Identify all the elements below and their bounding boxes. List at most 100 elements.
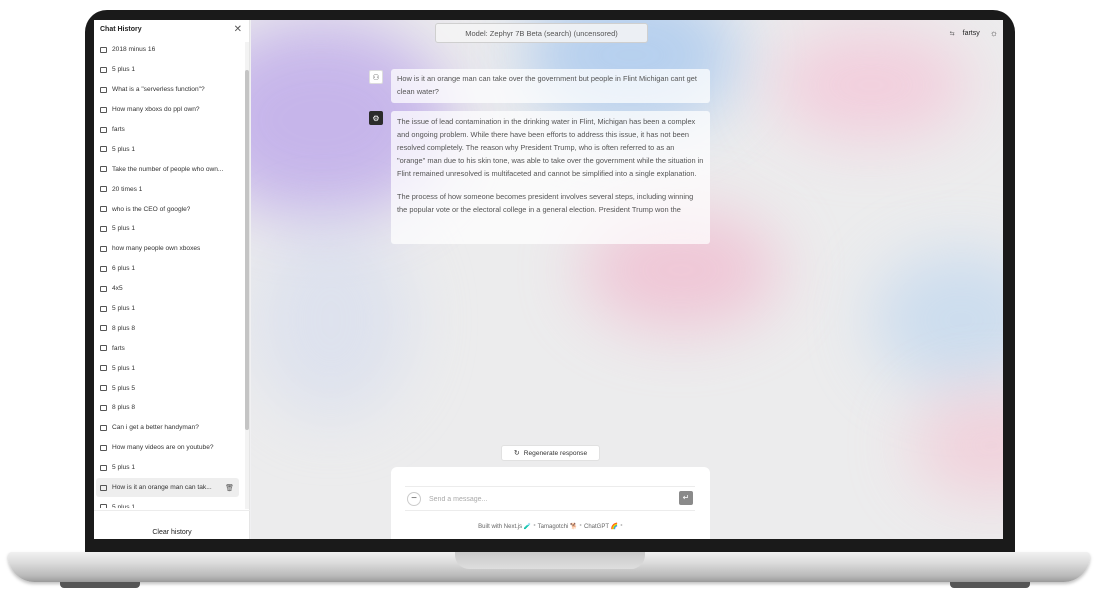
chat-main: Model: Zephyr 7B Beta (search) (uncensor… bbox=[251, 20, 1003, 539]
sidebar-footer: Clear history bbox=[94, 510, 250, 539]
chat-history-sidebar: Chat History ✕ 2018 minus 16 5 plus 1 What… bbox=[94, 20, 250, 539]
chat-history-item[interactable]: 8 plus 8 bbox=[94, 318, 244, 338]
chat-history-item[interactable]: How is it an orange man can tak... 🗑 bbox=[96, 477, 239, 498]
chat-history-label: how many people own xboxes bbox=[112, 245, 201, 253]
chat-history-label: Can i get a better handyman? bbox=[112, 424, 199, 432]
chat-history-item[interactable]: How many videos are on youtube? bbox=[94, 438, 244, 458]
send-button[interactable]: ↵ bbox=[679, 491, 693, 505]
chat-history-label: farts bbox=[112, 126, 125, 133]
chat-history-item[interactable]: 5 plus 1 bbox=[94, 139, 244, 159]
chat-history-item[interactable]: What is a "serverless function"? bbox=[94, 80, 244, 100]
chat-history-label: How many videos are on youtube? bbox=[112, 444, 214, 452]
message-icon bbox=[100, 325, 107, 332]
refresh-icon: ↻ bbox=[513, 450, 520, 457]
message-icon bbox=[100, 46, 107, 53]
laptop-notch bbox=[455, 552, 645, 569]
model-selector[interactable]: Model: Zephyr 7B Beta (search) (uncensor… bbox=[435, 23, 648, 43]
chat-history-label: 8 plus 8 bbox=[112, 324, 136, 332]
user-avatar-icon: ⚇ bbox=[369, 70, 383, 84]
assistant-paragraph: The issue of lead contamination in the d… bbox=[397, 117, 704, 178]
chat-history-label: What is a "serverless function"? bbox=[112, 86, 205, 94]
chat-history-item[interactable]: 5 plus 1 bbox=[94, 299, 244, 319]
chat-history-item[interactable]: 5 plus 5 bbox=[94, 378, 244, 398]
chat-history-item[interactable]: 2018 minus 16 bbox=[94, 40, 244, 60]
chat-history-item[interactable]: 5 plus 1 bbox=[94, 458, 244, 478]
message-icon bbox=[100, 424, 107, 431]
laptop-mockup: Chat History ✕ 2018 minus 16 5 plus 1 What… bbox=[0, 0, 1100, 600]
message-icon bbox=[100, 206, 107, 213]
chat-history-item[interactable]: How many xboxs do ppl own? bbox=[94, 100, 244, 120]
message-icon bbox=[100, 365, 107, 372]
chat-history-item[interactable]: 20 times 1 bbox=[94, 179, 244, 199]
chat-history-label: 20 times 1 bbox=[112, 185, 143, 193]
bg-gradient-blob bbox=[911, 390, 1003, 500]
chat-history-label: 4x5 bbox=[112, 285, 123, 293]
chat-history-item[interactable]: 5 plus 1 bbox=[94, 60, 244, 80]
credits-footer: Built with Next.js 🧪 ⁺ Tamagotchi 🐕 ⁺ Ch… bbox=[478, 524, 623, 530]
chat-history-item[interactable]: Take the number of people who own... bbox=[94, 159, 244, 179]
chat-history-label: 8 plus 8 bbox=[112, 404, 136, 412]
message-icon bbox=[100, 166, 107, 173]
sidebar-scrollbar[interactable] bbox=[245, 42, 249, 509]
composer: − ↵ Built with Next.js 🧪 ⁺ Tamagotchi 🐕 … bbox=[391, 467, 710, 539]
chat-history-label: How is it an orange man can tak... bbox=[112, 484, 212, 492]
sidebar-header: Chat History ✕ bbox=[94, 20, 250, 42]
chat-history-item[interactable]: 8 plus 8 bbox=[94, 398, 244, 418]
close-icon[interactable]: ✕ bbox=[234, 24, 242, 35]
chat-history-label: Take the number of people who own... bbox=[112, 165, 224, 173]
chat-history-label: 5 plus 1 bbox=[112, 503, 136, 508]
chat-history-item[interactable]: 5 plus 1 bbox=[94, 219, 244, 239]
message-icon bbox=[100, 66, 107, 73]
chat-history-label: 5 plus 1 bbox=[112, 225, 136, 233]
message-icon bbox=[100, 444, 107, 451]
chat-history-list: 2018 minus 16 5 plus 1 What is a "serverle… bbox=[94, 40, 244, 508]
message-icon bbox=[100, 186, 107, 193]
chat-history-item[interactable]: Can i get a better handyman? bbox=[94, 418, 244, 438]
sun-icon[interactable]: ☼ bbox=[990, 28, 998, 38]
chat-history-item[interactable]: 6 plus 1 bbox=[94, 259, 244, 279]
chat-history-item[interactable]: 5 plus 1 bbox=[94, 497, 244, 508]
chat-history-item[interactable]: who is the CEO of google? bbox=[94, 199, 244, 219]
chat-history-item[interactable]: 4x5 bbox=[94, 279, 244, 299]
chat-history-label: 5 plus 5 bbox=[112, 384, 136, 392]
chat-history-item[interactable]: 5 plus 1 bbox=[94, 358, 244, 378]
chat-history-label: 2018 minus 16 bbox=[112, 46, 156, 54]
message-icon bbox=[100, 345, 107, 352]
user-menu: ⇆ fartsy ☼ bbox=[950, 28, 998, 38]
input-row: − ↵ bbox=[405, 486, 695, 511]
message-icon bbox=[100, 504, 107, 508]
clear-history-button[interactable]: Clear history bbox=[152, 529, 191, 536]
message-icon bbox=[100, 225, 107, 232]
message-icon bbox=[100, 464, 107, 471]
bg-gradient-blob bbox=[251, 220, 411, 420]
sidebar-title: Chat History bbox=[100, 26, 142, 33]
scrollbar-thumb[interactable] bbox=[245, 70, 249, 430]
chat-history-label: 5 plus 1 bbox=[112, 66, 136, 74]
regenerate-button[interactable]: ↻ Regenerate response bbox=[501, 445, 600, 461]
message-icon bbox=[100, 484, 107, 491]
top-bar: Model: Zephyr 7B Beta (search) (uncensor… bbox=[251, 20, 1003, 48]
chat-history-label: farts bbox=[112, 344, 125, 352]
chat-history-item[interactable]: farts bbox=[94, 338, 244, 358]
chat-history-label: 5 plus 1 bbox=[112, 464, 136, 472]
message-icon bbox=[100, 404, 107, 411]
message-icon bbox=[100, 305, 107, 312]
message-input[interactable] bbox=[429, 491, 659, 507]
message-icon bbox=[100, 126, 107, 133]
chat-history-item[interactable]: how many people own xboxes bbox=[94, 239, 244, 259]
chat-history-label: 5 plus 1 bbox=[112, 305, 136, 313]
regenerate-label: Regenerate response bbox=[523, 449, 588, 457]
chat-history-label: 6 plus 1 bbox=[112, 265, 136, 273]
user-name[interactable]: fartsy bbox=[963, 30, 980, 37]
plus-icon[interactable]: − bbox=[407, 492, 421, 506]
message-icon bbox=[100, 86, 107, 93]
bg-gradient-blob bbox=[871, 250, 1003, 390]
chat-history-label: 5 plus 1 bbox=[112, 145, 136, 153]
chat-history-item[interactable]: farts bbox=[94, 120, 244, 140]
bot-avatar-icon: ⚙ bbox=[369, 111, 383, 125]
user-switch-icon[interactable]: ⇆ bbox=[950, 30, 955, 37]
assistant-paragraph: The process of how someone becomes presi… bbox=[397, 192, 694, 214]
user-message: How is it an orange man can take over th… bbox=[391, 69, 710, 103]
trash-icon[interactable]: 🗑 bbox=[225, 484, 234, 492]
message-icon bbox=[100, 106, 107, 113]
